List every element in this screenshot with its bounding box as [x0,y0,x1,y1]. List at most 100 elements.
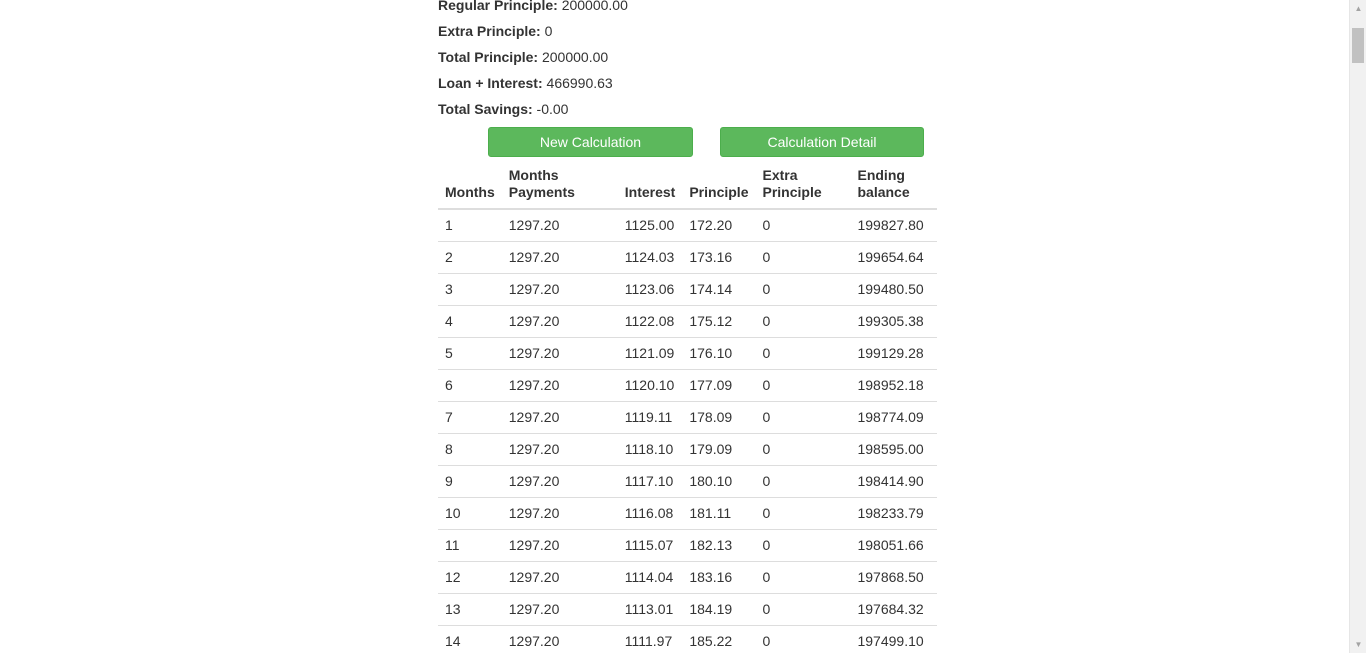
cell-interest: 1119.11 [617,401,683,434]
cell-payment: 1297.20 [501,433,618,466]
cell-principle: 179.09 [682,433,756,466]
cell-month: 1 [438,209,502,242]
regular-principle-line: Regular Principle: 200000.00 [438,0,938,20]
cell-payment: 1297.20 [501,209,618,242]
page: Regular Principle: 200000.00 Extra Princ… [0,0,1366,653]
cell-extra: 0 [755,337,851,370]
cell-balance: 197684.32 [850,593,937,626]
cell-extra: 0 [755,273,851,306]
header-principle: Principle [682,161,756,210]
table-row: 2 1297.20 1124.03 173.16 0 199654.64 [438,241,937,274]
cell-extra: 0 [755,305,851,338]
table-row: 5 1297.20 1121.09 176.10 0 199129.28 [438,337,937,370]
table-row: 12 1297.20 1114.04 183.16 0 197868.50 [438,561,937,594]
new-calculation-button[interactable]: New Calculation [488,127,693,157]
cell-principle: 178.09 [682,401,756,434]
cell-month: 8 [438,433,502,466]
cell-extra: 0 [755,593,851,626]
cell-extra: 0 [755,241,851,274]
amortization-table: Months Months Payments Interest Principl… [438,161,937,653]
cell-month: 7 [438,401,502,434]
calculation-detail-button[interactable]: Calculation Detail [720,127,924,157]
cell-interest: 1121.09 [617,337,683,370]
table-row: 8 1297.20 1118.10 179.09 0 198595.00 [438,433,937,466]
cell-month: 13 [438,593,502,626]
cell-extra: 0 [755,369,851,402]
regular-principle-label: Regular Principle: [438,0,558,13]
table-row: 10 1297.20 1116.08 181.11 0 198233.79 [438,497,937,530]
cell-balance: 197868.50 [850,561,937,594]
cell-payment: 1297.20 [501,401,618,434]
cell-interest: 1120.10 [617,369,683,402]
table-row: 1 1297.20 1125.00 172.20 0 199827.80 [438,209,937,242]
cell-month: 3 [438,273,502,306]
loan-interest-line: Loan + Interest: 466990.63 [438,72,938,98]
cell-balance: 199480.50 [850,273,937,306]
cell-month: 4 [438,305,502,338]
cell-extra: 0 [755,465,851,498]
cell-principle: 181.11 [682,497,756,530]
vertical-scrollbar[interactable]: ▲ ▼ [1349,0,1366,653]
cell-balance: 198774.09 [850,401,937,434]
table-row: 3 1297.20 1123.06 174.14 0 199480.50 [438,273,937,306]
cell-balance: 198051.66 [850,529,937,562]
header-months-payments: Months Payments [501,161,618,210]
cell-payment: 1297.20 [501,465,618,498]
table-row: 4 1297.20 1122.08 175.12 0 199305.38 [438,305,937,338]
cell-interest: 1122.08 [617,305,683,338]
cell-extra: 0 [755,209,851,242]
cell-interest: 1111.97 [617,625,683,653]
cell-payment: 1297.20 [501,625,618,653]
table-row: 13 1297.20 1113.01 184.19 0 197684.32 [438,593,937,626]
cell-payment: 1297.20 [501,337,618,370]
cell-payment: 1297.20 [501,273,618,306]
scrollbar-thumb[interactable] [1352,28,1364,63]
cell-extra: 0 [755,625,851,653]
cell-interest: 1114.04 [617,561,683,594]
cell-month: 9 [438,465,502,498]
cell-principle: 174.14 [682,273,756,306]
total-principle-value: 200000.00 [541,49,609,65]
cell-balance: 197499.10 [850,625,937,653]
cell-principle: 175.12 [682,305,756,338]
extra-principle-label: Extra Principle: [438,23,541,39]
cell-balance: 198233.79 [850,497,937,530]
cell-principle: 177.09 [682,369,756,402]
cell-principle: 176.10 [682,337,756,370]
cell-extra: 0 [755,401,851,434]
total-savings-label: Total Savings: [438,101,533,117]
table-row: 14 1297.20 1111.97 185.22 0 197499.10 [438,625,937,653]
table-row: 7 1297.20 1119.11 178.09 0 198774.09 [438,401,937,434]
total-savings-line: Total Savings: -0.00 [438,98,938,124]
cell-payment: 1297.20 [501,497,618,530]
cell-month: 5 [438,337,502,370]
cell-extra: 0 [755,497,851,530]
cell-interest: 1115.07 [617,529,683,562]
total-principle-label: Total Principle: [438,49,539,65]
cell-principle: 185.22 [682,625,756,653]
loan-interest-label: Loan + Interest: [438,75,543,91]
cell-balance: 198952.18 [850,369,937,402]
cell-interest: 1117.10 [617,465,683,498]
cell-principle: 173.16 [682,241,756,274]
header-months: Months [438,161,502,210]
header-ending-balance: Ending balance [850,161,937,210]
loan-interest-value: 466990.63 [546,75,613,91]
cell-extra: 0 [755,561,851,594]
cell-principle: 184.19 [682,593,756,626]
cell-interest: 1124.03 [617,241,683,274]
scroll-up-arrow-icon[interactable]: ▲ [1350,0,1366,17]
cell-month: 11 [438,529,502,562]
cell-payment: 1297.20 [501,241,618,274]
total-savings-value: -0.00 [536,101,569,117]
cell-interest: 1116.08 [617,497,683,530]
cell-payment: 1297.20 [501,561,618,594]
cell-principle: 183.16 [682,561,756,594]
extra-principle-value: 0 [544,23,553,39]
cell-extra: 0 [755,433,851,466]
cell-interest: 1113.01 [617,593,683,626]
cell-extra: 0 [755,529,851,562]
cell-interest: 1118.10 [617,433,683,466]
scroll-down-arrow-icon[interactable]: ▼ [1350,636,1366,653]
cell-balance: 199129.28 [850,337,937,370]
